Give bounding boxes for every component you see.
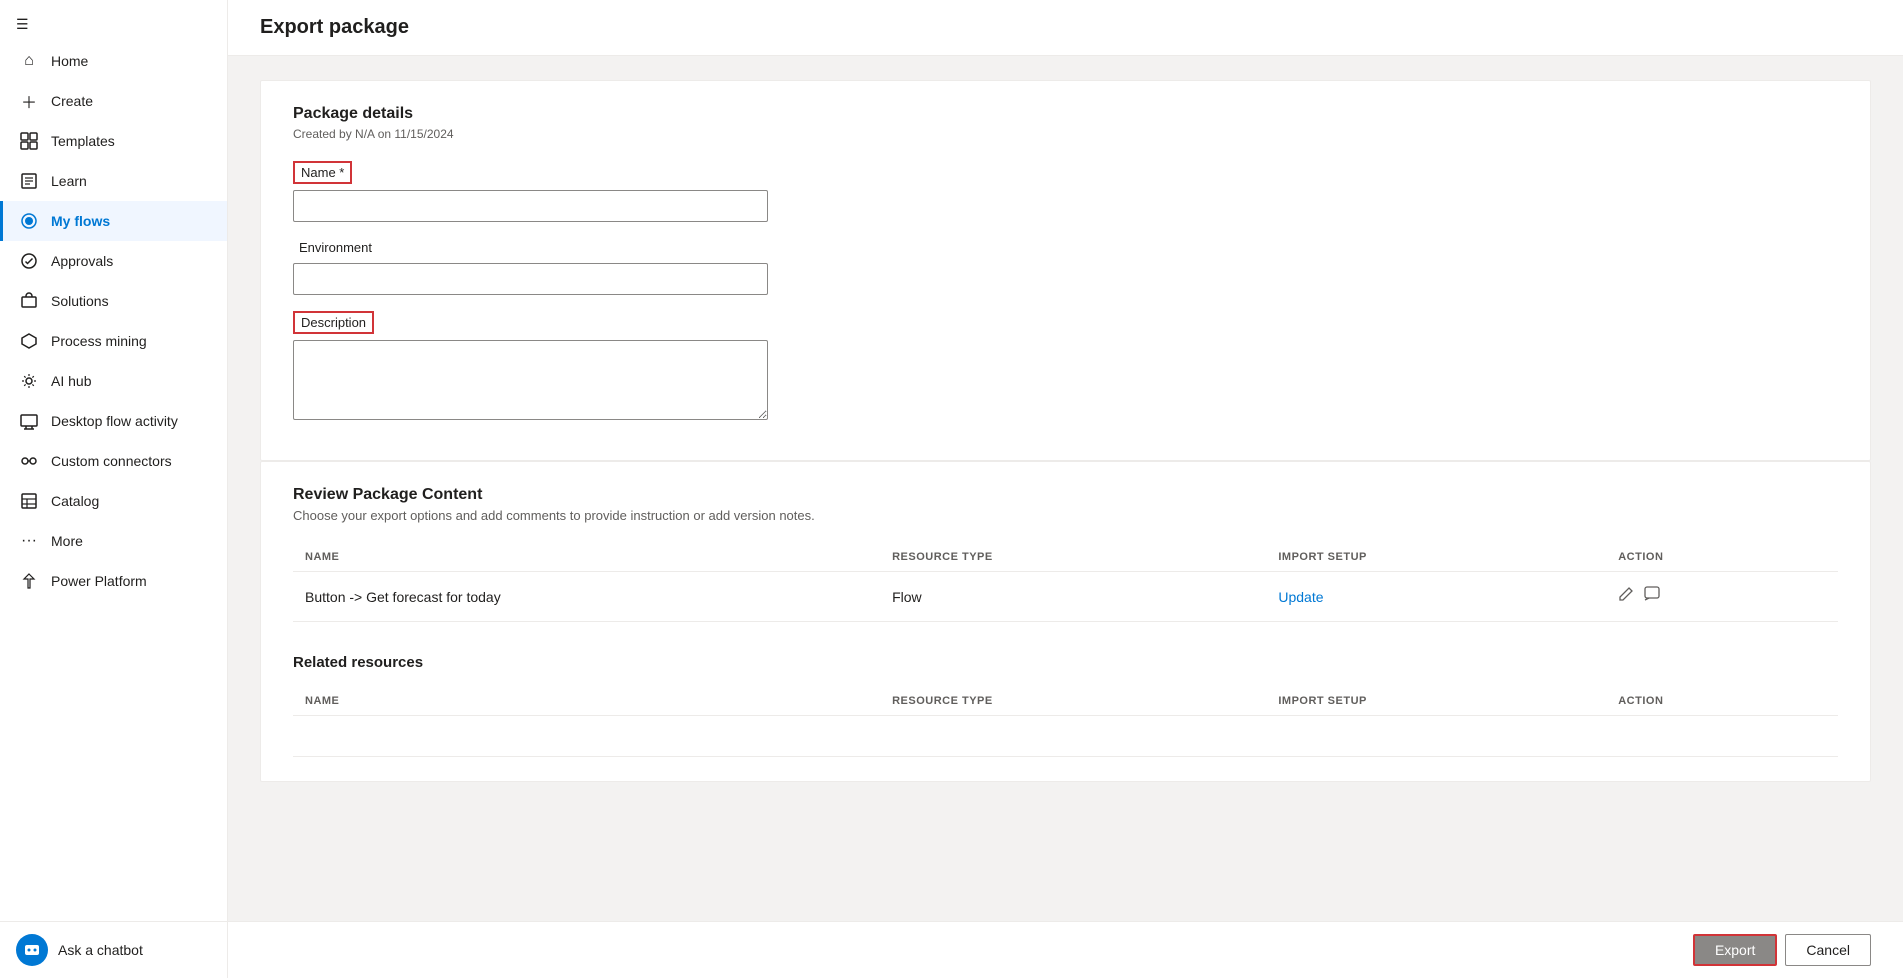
chatbot-button[interactable]: Ask a chatbot <box>0 921 227 978</box>
sidebar-item-catalog[interactable]: Catalog <box>0 481 227 521</box>
description-field-group: Description <box>293 311 1838 420</box>
package-details-title: Package details <box>293 105 1838 123</box>
sidebar-item-label: Custom connectors <box>51 453 172 469</box>
environment-input[interactable] <box>293 263 768 295</box>
ai-hub-icon <box>19 371 39 391</box>
process-mining-icon <box>19 331 39 351</box>
sidebar-item-label: Home <box>51 53 88 69</box>
table-header-row: NAME RESOURCE TYPE IMPORT SETUP ACTION <box>293 543 1838 572</box>
review-package-card: Review Package Content Choose your expor… <box>260 461 1871 782</box>
sidebar-item-label: Power Platform <box>51 573 147 589</box>
related-header-row: NAME RESOURCE TYPE IMPORT SETUP ACTION <box>293 687 1838 716</box>
related-col-import: IMPORT SETUP <box>1266 687 1606 716</box>
solutions-icon <box>19 291 39 311</box>
package-details-subtitle: Created by N/A on 11/15/2024 <box>293 127 1838 141</box>
related-resources-title: Related resources <box>293 654 1838 671</box>
chatbot-label: Ask a chatbot <box>58 942 143 958</box>
related-col-name: NAME <box>293 687 880 716</box>
sidebar-item-power-platform[interactable]: Power Platform <box>0 561 227 601</box>
hamburger-menu[interactable]: ☰ <box>0 0 227 41</box>
sidebar-item-custom-connectors[interactable]: Custom connectors <box>0 441 227 481</box>
sidebar-item-label: Create <box>51 93 93 109</box>
catalog-icon <box>19 491 39 511</box>
col-header-name: NAME <box>293 543 880 572</box>
row-import-setup: Update <box>1266 572 1606 622</box>
sidebar-item-process-mining[interactable]: Process mining <box>0 321 227 361</box>
sidebar-item-more[interactable]: ··· More <box>0 521 227 561</box>
sidebar-item-label: AI hub <box>51 373 91 389</box>
environment-label: Environment <box>293 238 378 257</box>
row-name: Button -> Get forecast for today <box>293 572 880 622</box>
sidebar-item-solutions[interactable]: Solutions <box>0 281 227 321</box>
sidebar-item-home[interactable]: ⌂ Home <box>0 41 227 81</box>
review-package-title: Review Package Content <box>293 486 1838 504</box>
templates-icon <box>19 131 39 151</box>
export-button[interactable]: Export <box>1693 934 1777 966</box>
hamburger-icon: ☰ <box>16 16 29 32</box>
package-details-card: Package details Created by N/A on 11/15/… <box>260 80 1871 461</box>
content-area: Package details Created by N/A on 11/15/… <box>228 56 1903 806</box>
name-input[interactable] <box>293 190 768 222</box>
sidebar-item-label: Solutions <box>51 293 109 309</box>
related-table: NAME RESOURCE TYPE IMPORT SETUP ACTION <box>293 687 1838 757</box>
sidebar-item-label: Process mining <box>51 333 147 349</box>
description-label: Description <box>293 311 374 334</box>
chatbot-avatar <box>16 934 48 966</box>
sidebar: ☰ ⌂ Home ＋ Create Templates Learn My f <box>0 0 228 978</box>
power-platform-icon <box>19 571 39 591</box>
learn-icon <box>19 171 39 191</box>
comment-icon[interactable] <box>1644 586 1660 607</box>
review-table: NAME RESOURCE TYPE IMPORT SETUP ACTION B… <box>293 543 1838 622</box>
related-col-action: ACTION <box>1606 687 1838 716</box>
description-textarea[interactable] <box>293 340 768 420</box>
desktop-flow-activity-icon <box>19 411 39 431</box>
update-link[interactable]: Update <box>1278 589 1323 605</box>
table-row: Button -> Get forecast for today Flow Up… <box>293 572 1838 622</box>
related-empty-row <box>293 716 1838 757</box>
sidebar-item-label: Learn <box>51 173 87 189</box>
bottom-actions: Export Cancel <box>228 921 1903 978</box>
sidebar-item-templates[interactable]: Templates <box>0 121 227 161</box>
related-col-resource: RESOURCE TYPE <box>880 687 1266 716</box>
sidebar-item-learn[interactable]: Learn <box>0 161 227 201</box>
sidebar-item-my-flows[interactable]: My flows <box>0 201 227 241</box>
sidebar-nav: ⌂ Home ＋ Create Templates Learn My flows <box>0 41 227 921</box>
sidebar-item-label: Catalog <box>51 493 99 509</box>
sidebar-item-ai-hub[interactable]: AI hub <box>0 361 227 401</box>
create-icon: ＋ <box>19 91 39 111</box>
review-package-description: Choose your export options and add comme… <box>293 508 1838 523</box>
col-header-resource-type: RESOURCE TYPE <box>880 543 1266 572</box>
sidebar-item-create[interactable]: ＋ Create <box>0 81 227 121</box>
environment-field-group: Environment <box>293 238 1838 295</box>
main-content: Export package Package details Created b… <box>228 0 1903 978</box>
related-empty-message <box>293 716 1838 757</box>
sidebar-item-approvals[interactable]: Approvals <box>0 241 227 281</box>
action-icons <box>1618 586 1826 607</box>
my-flows-icon <box>19 211 39 231</box>
row-resource-type: Flow <box>880 572 1266 622</box>
sidebar-item-label: My flows <box>51 213 110 229</box>
custom-connectors-icon <box>19 451 39 471</box>
col-header-action: ACTION <box>1606 543 1838 572</box>
approvals-icon <box>19 251 39 271</box>
sidebar-item-desktop-flow-activity[interactable]: Desktop flow activity <box>0 401 227 441</box>
sidebar-item-label: Approvals <box>51 253 113 269</box>
col-header-import-setup: IMPORT SETUP <box>1266 543 1606 572</box>
page-header: Export package <box>228 0 1903 56</box>
more-icon: ··· <box>19 531 39 551</box>
edit-icon[interactable] <box>1618 586 1634 607</box>
page-title: Export package <box>260 16 1871 39</box>
sidebar-item-label: More <box>51 533 83 549</box>
sidebar-item-label: Desktop flow activity <box>51 413 178 429</box>
cancel-button[interactable]: Cancel <box>1785 934 1871 966</box>
name-field-group: Name * <box>293 161 1838 222</box>
related-resources-section: Related resources NAME RESOURCE TYPE IMP… <box>293 654 1838 757</box>
home-icon: ⌂ <box>19 51 39 71</box>
sidebar-item-label: Templates <box>51 133 115 149</box>
name-label: Name * <box>293 161 352 184</box>
row-action <box>1606 572 1838 622</box>
